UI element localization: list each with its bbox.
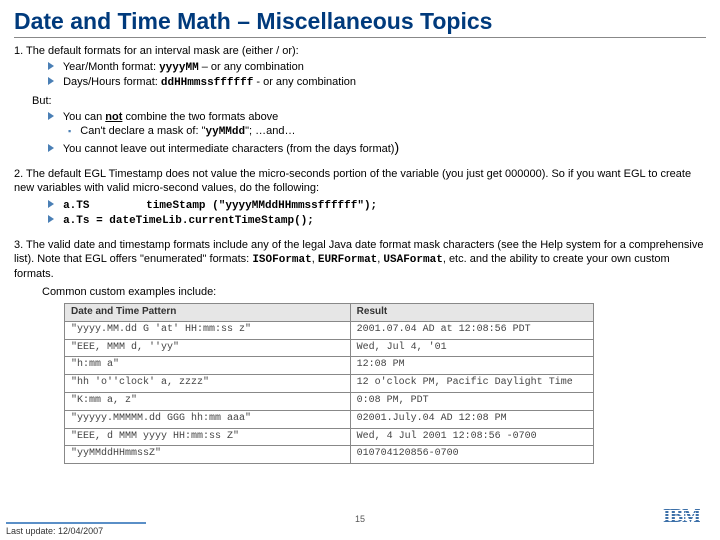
section1-item-e: You cannot leave out intermediate charac… [48, 139, 706, 157]
table-row: "h:mm a"12:08 PM [65, 357, 594, 375]
section1-item-d: Can't declare a mask of: "yyMMdd"; …and… [68, 124, 706, 139]
slide-title: Date and Time Math – Miscellaneous Topic… [14, 8, 706, 38]
ibm-logo: IBM [663, 505, 700, 528]
pattern-table: Date and Time Pattern Result "yyyy.MM.dd… [64, 303, 594, 464]
section1-item-c: You can not combine the two formats abov… [48, 110, 706, 124]
section1-item-a: Year/Month format: yyyyMM – or any combi… [48, 60, 706, 75]
table-row: "K:mm a, z"0:08 PM, PDT [65, 392, 594, 410]
section3-lead: 3. The valid date and timestamp formats … [14, 238, 706, 281]
section3-sub: Common custom examples include: [42, 285, 706, 299]
table-row: "yyMMddHHmmssZ"010704120856-0700 [65, 446, 594, 464]
page-number: 15 [355, 514, 365, 524]
section1-lead: 1. The default formats for an interval m… [14, 44, 706, 58]
section1-item-b: Days/Hours format: ddHHmmssffffff - or a… [48, 75, 706, 90]
table-row: "yyyy.MM.dd G 'at' HH:mm:ss z"2001.07.04… [65, 321, 594, 339]
section2-item-a: a.TS timeStamp ("yyyyMMddHHmmssffffff"); [48, 198, 706, 213]
section2-item-b: a.Ts = dateTimeLib.currentTimeStamp(); [48, 213, 706, 228]
section2-lead: 2. The default EGL Timestamp does not va… [14, 167, 706, 195]
section1-but: But: [32, 94, 706, 108]
table-header-pattern: Date and Time Pattern [65, 304, 351, 322]
last-update: Last update: 12/04/2007 [6, 522, 146, 536]
table-row: "yyyyy.MMMMM.dd GGG hh:mm aaa"02001.July… [65, 410, 594, 428]
table-row: "hh 'o''clock' a, zzzz"12 o'clock PM, Pa… [65, 375, 594, 393]
table-header-result: Result [350, 304, 593, 322]
table-row: "EEE, d MMM yyyy HH:mm:ss Z"Wed, 4 Jul 2… [65, 428, 594, 446]
table-row: "EEE, MMM d, ''yy"Wed, Jul 4, '01 [65, 339, 594, 357]
